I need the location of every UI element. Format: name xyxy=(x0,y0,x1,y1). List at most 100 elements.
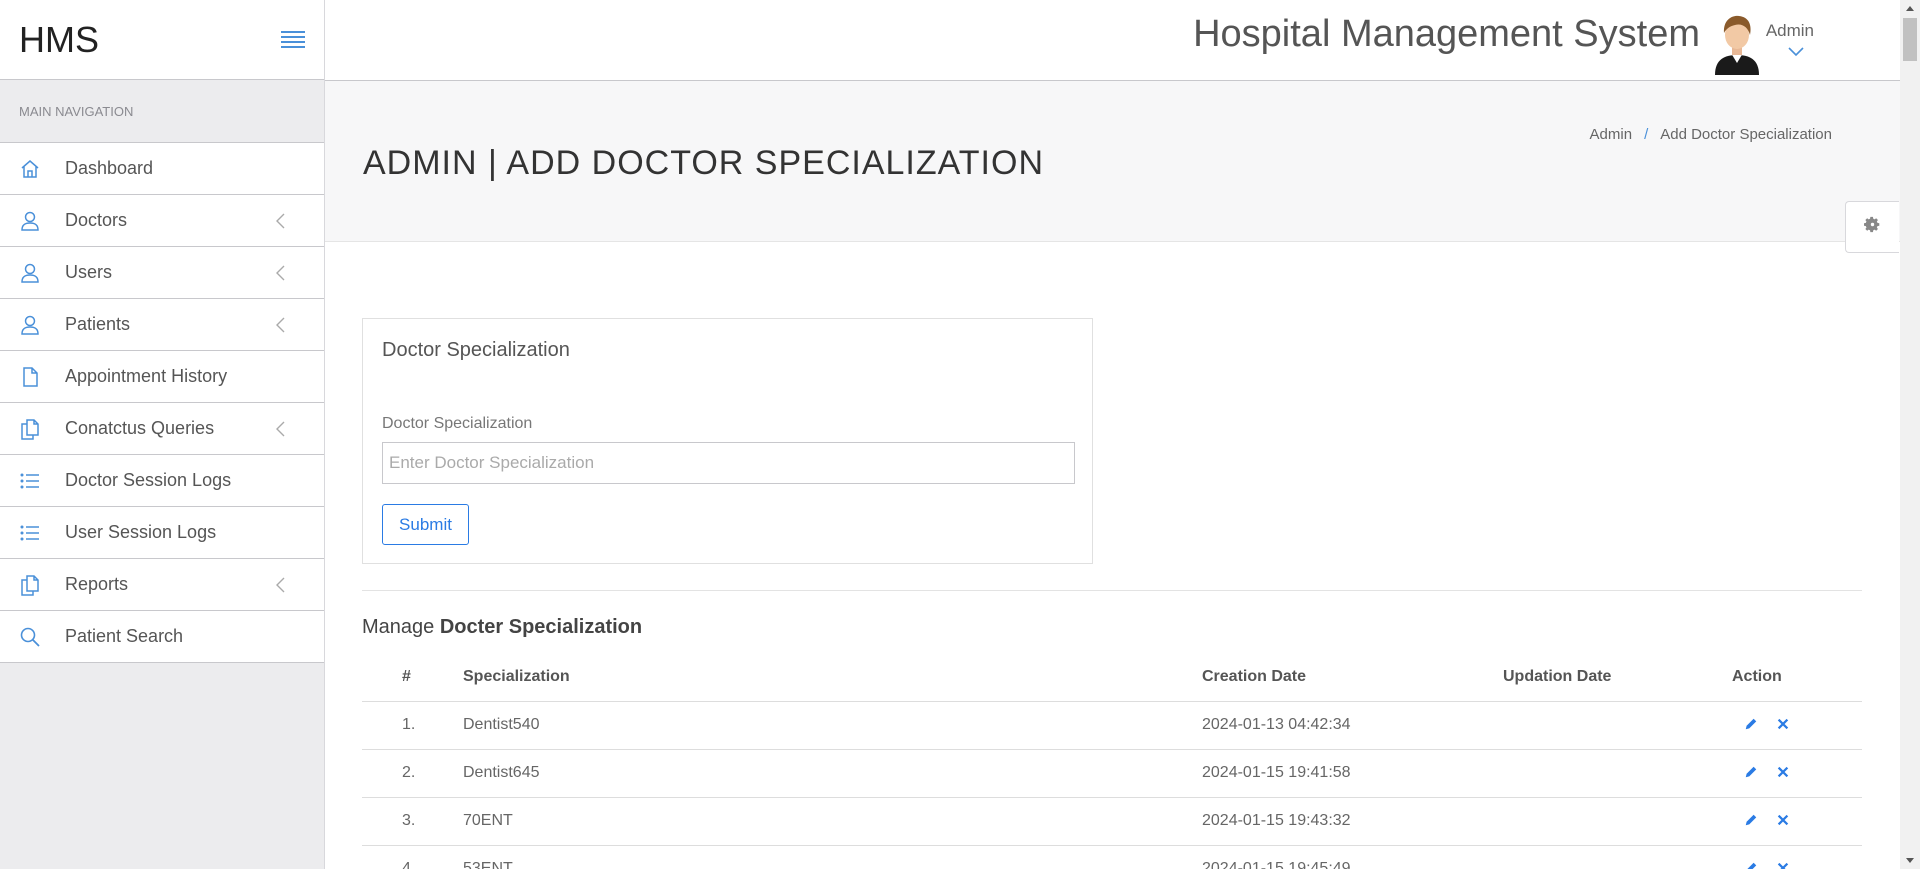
table-row: 2. Dentist645 2024-01-15 19:41:58 xyxy=(362,749,1862,798)
home-icon xyxy=(18,157,42,181)
brand-logo[interactable]: HMS xyxy=(19,19,99,61)
sidebar-item-users[interactable]: Users xyxy=(0,247,324,299)
manage-title-bold: Docter Specialization xyxy=(439,616,643,638)
table-body: 1. Dentist540 2024-01-13 04:42:34 2. Dentist… xyxy=(362,701,1862,869)
sidebar-item-conatctus-queries[interactable]: Conatctus Queries xyxy=(0,403,324,455)
breadcrumb-separator: / xyxy=(1644,126,1649,143)
delete-x-icon[interactable] xyxy=(1776,765,1792,781)
nav-heading: MAIN NAVIGATION xyxy=(0,80,324,143)
page-title: ADMIN | ADD DOCTOR SPECIALIZATION xyxy=(363,144,1044,182)
panel-title: Doctor Specialization xyxy=(382,339,570,361)
sidebar-item-label: User Session Logs xyxy=(65,522,217,542)
edit-pencil-icon[interactable] xyxy=(1744,861,1760,869)
brand-bar: HMS xyxy=(0,0,324,80)
cell-updation-date xyxy=(1503,797,1732,846)
cell-updation-date xyxy=(1503,701,1732,750)
admin-username[interactable]: Admin xyxy=(1766,21,1814,41)
cell-updation-date xyxy=(1503,749,1732,798)
sidebar-item-dashboard[interactable]: Dashboard xyxy=(0,143,324,195)
gear-icon xyxy=(1864,216,1881,238)
sidebar-item-label: Dashboard xyxy=(65,158,154,178)
cell-creation-date: 2024-01-13 04:42:34 xyxy=(1202,701,1503,750)
top-header: Hospital Management System Admin xyxy=(325,0,1900,81)
specialization-form-panel: Doctor Specialization Doctor Specializat… xyxy=(362,318,1093,564)
delete-x-icon[interactable] xyxy=(1776,861,1792,869)
files-icon xyxy=(18,417,42,441)
cell-creation-date: 2024-01-15 19:43:32 xyxy=(1202,797,1503,846)
settings-gear-button[interactable] xyxy=(1845,201,1899,253)
sidebar-item-label: Patient Search xyxy=(65,626,184,646)
cell-number: 3. xyxy=(362,797,463,846)
scroll-down-arrow-icon[interactable] xyxy=(1900,852,1920,869)
list-icon xyxy=(18,521,42,545)
breadcrumb-admin[interactable]: Admin xyxy=(1590,126,1633,143)
chevron-down-icon[interactable] xyxy=(1787,44,1805,58)
sidebar-item-doctors[interactable]: Doctors xyxy=(0,195,324,247)
user-icon xyxy=(18,209,42,233)
cell-action xyxy=(1732,701,1862,750)
app-title: Hospital Management System xyxy=(1193,13,1700,55)
avatar[interactable] xyxy=(1711,13,1763,75)
edit-pencil-icon[interactable] xyxy=(1744,813,1760,829)
sidebar-item-appointment-history[interactable]: Appointment History xyxy=(0,351,324,403)
submit-button[interactable]: Submit xyxy=(382,504,469,545)
vertical-scrollbar[interactable] xyxy=(1900,0,1920,869)
chevron-left-icon xyxy=(274,263,294,283)
user-icon xyxy=(18,313,42,337)
sidebar-item-label: Patients xyxy=(65,314,131,334)
sidebar: HMS MAIN NAVIGATION Dashboard Doctors User… xyxy=(0,0,325,869)
sidebar-item-label: Doctors xyxy=(65,210,128,230)
edit-pencil-icon[interactable] xyxy=(1744,717,1760,733)
table-row: 1. Dentist540 2024-01-13 04:42:34 xyxy=(362,701,1862,750)
list-icon xyxy=(18,469,42,493)
cell-creation-date: 2024-01-15 19:45:49 xyxy=(1202,845,1503,869)
sidebar-item-patient-search[interactable]: Patient Search xyxy=(0,611,324,663)
table-row: 3. 70ENT 2024-01-15 19:43:32 xyxy=(362,797,1862,846)
sidebar-item-label: Conatctus Queries xyxy=(65,418,215,438)
delete-x-icon[interactable] xyxy=(1776,813,1792,829)
specialization-input[interactable] xyxy=(382,442,1075,484)
cell-number: 4. xyxy=(362,845,463,869)
cell-creation-date: 2024-01-15 19:41:58 xyxy=(1202,749,1503,798)
delete-x-icon[interactable] xyxy=(1776,717,1792,733)
cell-action xyxy=(1732,845,1862,869)
section-divider xyxy=(362,590,1862,591)
cell-updation-date xyxy=(1503,845,1732,869)
chevron-left-icon xyxy=(274,211,294,231)
specialization-table: # Specialization Creation Date Updation … xyxy=(362,654,1862,869)
page-header: ADMIN | ADD DOCTOR SPECIALIZATION Admin … xyxy=(325,81,1900,242)
menu-toggle-icon[interactable] xyxy=(281,30,305,49)
sidebar-item-label: Users xyxy=(65,262,113,282)
col-header-number: # xyxy=(362,654,463,702)
sidebar-item-user-session-logs[interactable]: User Session Logs xyxy=(0,507,324,559)
specialization-field-label: Doctor Specialization xyxy=(382,415,533,432)
scroll-up-arrow-icon[interactable] xyxy=(1900,0,1920,17)
edit-pencil-icon[interactable] xyxy=(1744,765,1760,781)
sidebar-item-reports[interactable]: Reports xyxy=(0,559,324,611)
sidebar-item-doctor-session-logs[interactable]: Doctor Session Logs xyxy=(0,455,324,507)
cell-specialization: 53ENT xyxy=(463,845,1202,869)
cell-number: 1. xyxy=(362,701,463,750)
cell-specialization: Dentist540 xyxy=(463,701,1202,750)
chevron-left-icon xyxy=(274,315,294,335)
scroll-thumb[interactable] xyxy=(1903,18,1917,61)
col-header-specialization: Specialization xyxy=(463,654,1202,702)
table-row: 4. 53ENT 2024-01-15 19:45:49 xyxy=(362,845,1862,869)
table-header-row: # Specialization Creation Date Updation … xyxy=(362,654,1862,702)
sidebar-item-label: Appointment History xyxy=(65,366,228,386)
cell-specialization: Dentist645 xyxy=(463,749,1202,798)
col-header-updation-date: Updation Date xyxy=(1503,654,1732,702)
manage-title: Manage Docter Specialization xyxy=(362,616,642,639)
chevron-left-icon xyxy=(274,575,294,595)
col-header-action: Action xyxy=(1732,654,1862,702)
file-icon xyxy=(18,365,42,389)
sidebar-item-patients[interactable]: Patients xyxy=(0,299,324,351)
sidebar-item-label: Reports xyxy=(65,574,129,594)
cell-action xyxy=(1732,797,1862,846)
sidebar-item-label: Doctor Session Logs xyxy=(65,470,232,490)
search-icon xyxy=(18,625,42,649)
manage-title-prefix: Manage xyxy=(362,616,435,638)
chevron-left-icon xyxy=(274,419,294,439)
user-icon xyxy=(18,261,42,285)
breadcrumb: Admin / Add Doctor Specialization xyxy=(1590,126,1832,143)
